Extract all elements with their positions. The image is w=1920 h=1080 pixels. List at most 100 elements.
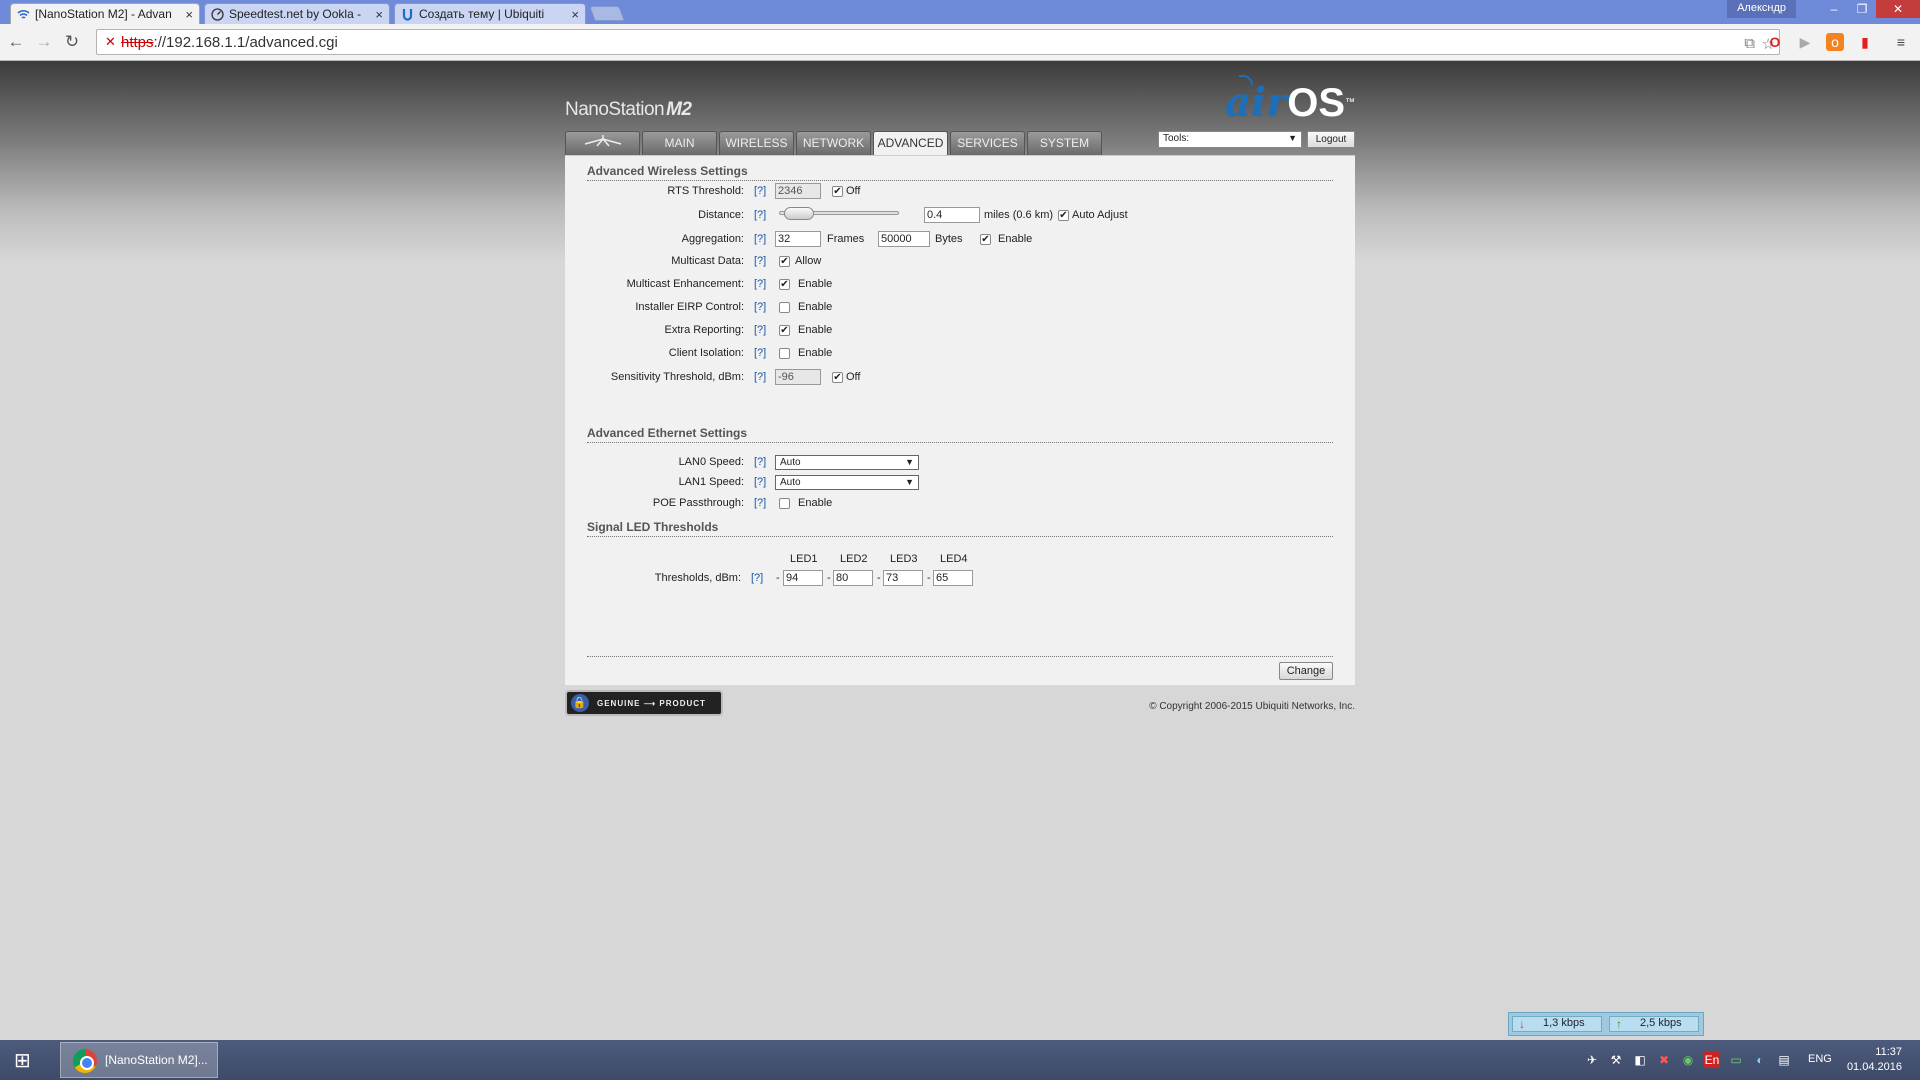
reload-icon[interactable]: ↻ xyxy=(62,32,82,52)
logout-button[interactable]: Logout xyxy=(1307,131,1355,148)
clock[interactable]: 11:37 01.04.2016 xyxy=(1844,1045,1902,1075)
rts-off-checkbox[interactable]: ✔ xyxy=(832,186,843,197)
browser-tab-ubiquiti[interactable]: Создать тему | Ubiquiti × xyxy=(394,3,586,24)
led1-threshold-input[interactable]: 94 xyxy=(783,570,823,586)
help-link[interactable]: [?] xyxy=(754,324,766,336)
multicast-enh-checkbox[interactable]: ✔ xyxy=(779,279,790,290)
eirp-checkbox[interactable] xyxy=(779,302,790,313)
lan1-speed-select[interactable]: Auto ▼ xyxy=(775,475,919,490)
start-icon[interactable]: ⊞ xyxy=(14,1050,38,1072)
play-icon[interactable]: ▶ xyxy=(1796,33,1814,51)
help-link[interactable]: [?] xyxy=(754,301,766,313)
distance-slider-handle[interactable] xyxy=(783,207,814,220)
taskbar: ⊞ [NanoStation M2]... ✈ ⚒ ◧ ✖ ◉ En ▭ ◐ ▤… xyxy=(0,1040,1920,1080)
tab-wireless[interactable]: WIRELESS xyxy=(719,131,794,155)
help-link[interactable]: [?] xyxy=(754,456,766,468)
browser-toolbar: ← → ↻ ✕ https://192.168.1.1/advanced.cgi… xyxy=(0,24,1920,61)
menu-icon[interactable]: ≡ xyxy=(1892,33,1910,51)
extra-reporting-checkbox[interactable]: ✔ xyxy=(779,325,790,336)
tools-select[interactable]: Tools: ▼ xyxy=(1158,131,1302,148)
client-isolation-checkbox[interactable] xyxy=(779,348,790,359)
lan0-speed-select[interactable]: Auto ▼ xyxy=(775,455,919,470)
browser-tab-nanostation[interactable]: [NanoStation M2] - Advan × xyxy=(10,3,200,25)
restore-icon[interactable]: ❐ xyxy=(1848,0,1876,18)
sensitivity-input[interactable]: -96 xyxy=(775,369,821,385)
ubiquiti-icon xyxy=(401,8,414,21)
aggregation-bytes-input[interactable]: 50000 xyxy=(878,231,930,247)
odnoklassniki-icon[interactable]: o xyxy=(1826,33,1844,51)
distance-label: Distance: xyxy=(698,209,744,221)
change-button[interactable]: Change xyxy=(1279,662,1333,680)
ubiquiti-antenna-icon xyxy=(584,135,621,147)
ubiquiti-logo-tab[interactable] xyxy=(565,131,640,155)
back-icon[interactable]: ← xyxy=(6,32,26,52)
close-window-icon[interactable]: ✕ xyxy=(1876,0,1920,18)
minus-sign: - xyxy=(877,572,881,584)
profile-badge[interactable]: Алексндр xyxy=(1727,0,1796,18)
aggregation-frames-input[interactable]: 32 xyxy=(775,231,821,247)
browser-tabstrip: [NanoStation M2] - Advan × Speedtest.net… xyxy=(0,0,1920,25)
tab-title: Создать тему | Ubiquiti xyxy=(419,7,545,21)
rts-threshold-input[interactable]: 2346 xyxy=(775,183,821,199)
language-indicator[interactable]: ENG xyxy=(1808,1053,1832,1065)
tab-services[interactable]: SERVICES xyxy=(950,131,1025,155)
led2-threshold-input[interactable]: 80 xyxy=(833,570,873,586)
multicast-data-checkbox[interactable]: ✔ xyxy=(779,256,790,267)
auto-adjust-checkbox[interactable]: ✔ xyxy=(1058,210,1069,221)
forward-icon[interactable]: → xyxy=(34,32,54,52)
help-link[interactable]: [?] xyxy=(751,572,763,584)
auto-adjust-label: Auto Adjust xyxy=(1072,209,1128,221)
bandwidth-meter: ↓ 1,3 kbps ↑ 2,5 kbps xyxy=(1508,1012,1704,1036)
new-tab-button[interactable] xyxy=(589,6,625,21)
section-title-led: Signal LED Thresholds xyxy=(587,520,1333,537)
close-tab-icon[interactable]: × xyxy=(571,7,579,22)
tray-app-icon[interactable]: ◉ xyxy=(1680,1052,1696,1068)
help-link[interactable]: [?] xyxy=(754,347,766,359)
tray-app-icon[interactable]: ⚒ xyxy=(1608,1052,1624,1068)
distance-input[interactable]: 0.4 xyxy=(924,207,980,223)
help-link[interactable]: [?] xyxy=(754,209,766,221)
sensitivity-off-checkbox[interactable]: ✔ xyxy=(832,372,843,383)
chevron-down-icon: ▼ xyxy=(1288,133,1297,143)
help-link[interactable]: [?] xyxy=(754,476,766,488)
network-icon[interactable]: ▤ xyxy=(1776,1052,1792,1068)
tray-app-icon[interactable]: ◧ xyxy=(1632,1052,1648,1068)
help-link[interactable]: [?] xyxy=(754,233,766,245)
download-rate: ↓ 1,3 kbps xyxy=(1512,1016,1602,1032)
help-link[interactable]: [?] xyxy=(754,185,766,197)
close-tab-icon[interactable]: × xyxy=(375,7,383,22)
help-link[interactable]: [?] xyxy=(754,371,766,383)
bookmark-flag-icon[interactable]: ▮ xyxy=(1856,33,1874,51)
minus-sign: - xyxy=(827,572,831,584)
translate-icon[interactable]: ⧉ xyxy=(1744,35,1755,52)
close-tab-icon[interactable]: × xyxy=(185,7,193,22)
help-link[interactable]: [?] xyxy=(754,497,766,509)
client-isolation-option: Enable xyxy=(798,347,833,359)
address-bar[interactable]: ✕ https://192.168.1.1/advanced.cgi ⧉ ☆ xyxy=(96,29,1780,55)
aggregation-enable-checkbox[interactable]: ✔ xyxy=(980,234,991,245)
tab-advanced[interactable]: ADVANCED xyxy=(873,131,948,156)
tab-system[interactable]: SYSTEM xyxy=(1027,131,1102,155)
tray-app-icon[interactable]: ▭ xyxy=(1728,1052,1744,1068)
led3-threshold-input[interactable]: 73 xyxy=(883,570,923,586)
opera-icon[interactable]: O xyxy=(1766,33,1784,51)
poe-checkbox[interactable] xyxy=(779,498,790,509)
minimize-icon[interactable]: – xyxy=(1820,0,1848,18)
tab-network[interactable]: NETWORK xyxy=(796,131,871,155)
tray-app-icon[interactable]: ✈ xyxy=(1584,1052,1600,1068)
tray-app-icon[interactable]: ◐ xyxy=(1752,1052,1768,1068)
taskbar-item-chrome[interactable]: [NanoStation M2]... xyxy=(60,1042,218,1078)
chevron-down-icon: ▼ xyxy=(905,457,914,467)
led4-threshold-input[interactable]: 65 xyxy=(933,570,973,586)
help-link[interactable]: [?] xyxy=(754,255,766,267)
tray-app-icon[interactable]: En xyxy=(1704,1052,1720,1068)
insecure-lock-icon[interactable]: ✕ xyxy=(105,35,119,49)
browser-tab-speedtest[interactable]: Speedtest.net by Ookla - × xyxy=(204,3,390,24)
help-link[interactable]: [?] xyxy=(754,278,766,290)
tab-main[interactable]: MAIN xyxy=(642,131,717,155)
frames-unit: Frames xyxy=(827,233,865,245)
tray-app-icon[interactable]: ✖ xyxy=(1656,1052,1672,1068)
led4-header: LED4 xyxy=(940,553,968,565)
url-text[interactable]: https://192.168.1.1/advanced.cgi xyxy=(121,34,338,51)
genuine-product-badge: 🔒 GENUINE ⟶ PRODUCT xyxy=(565,690,723,716)
